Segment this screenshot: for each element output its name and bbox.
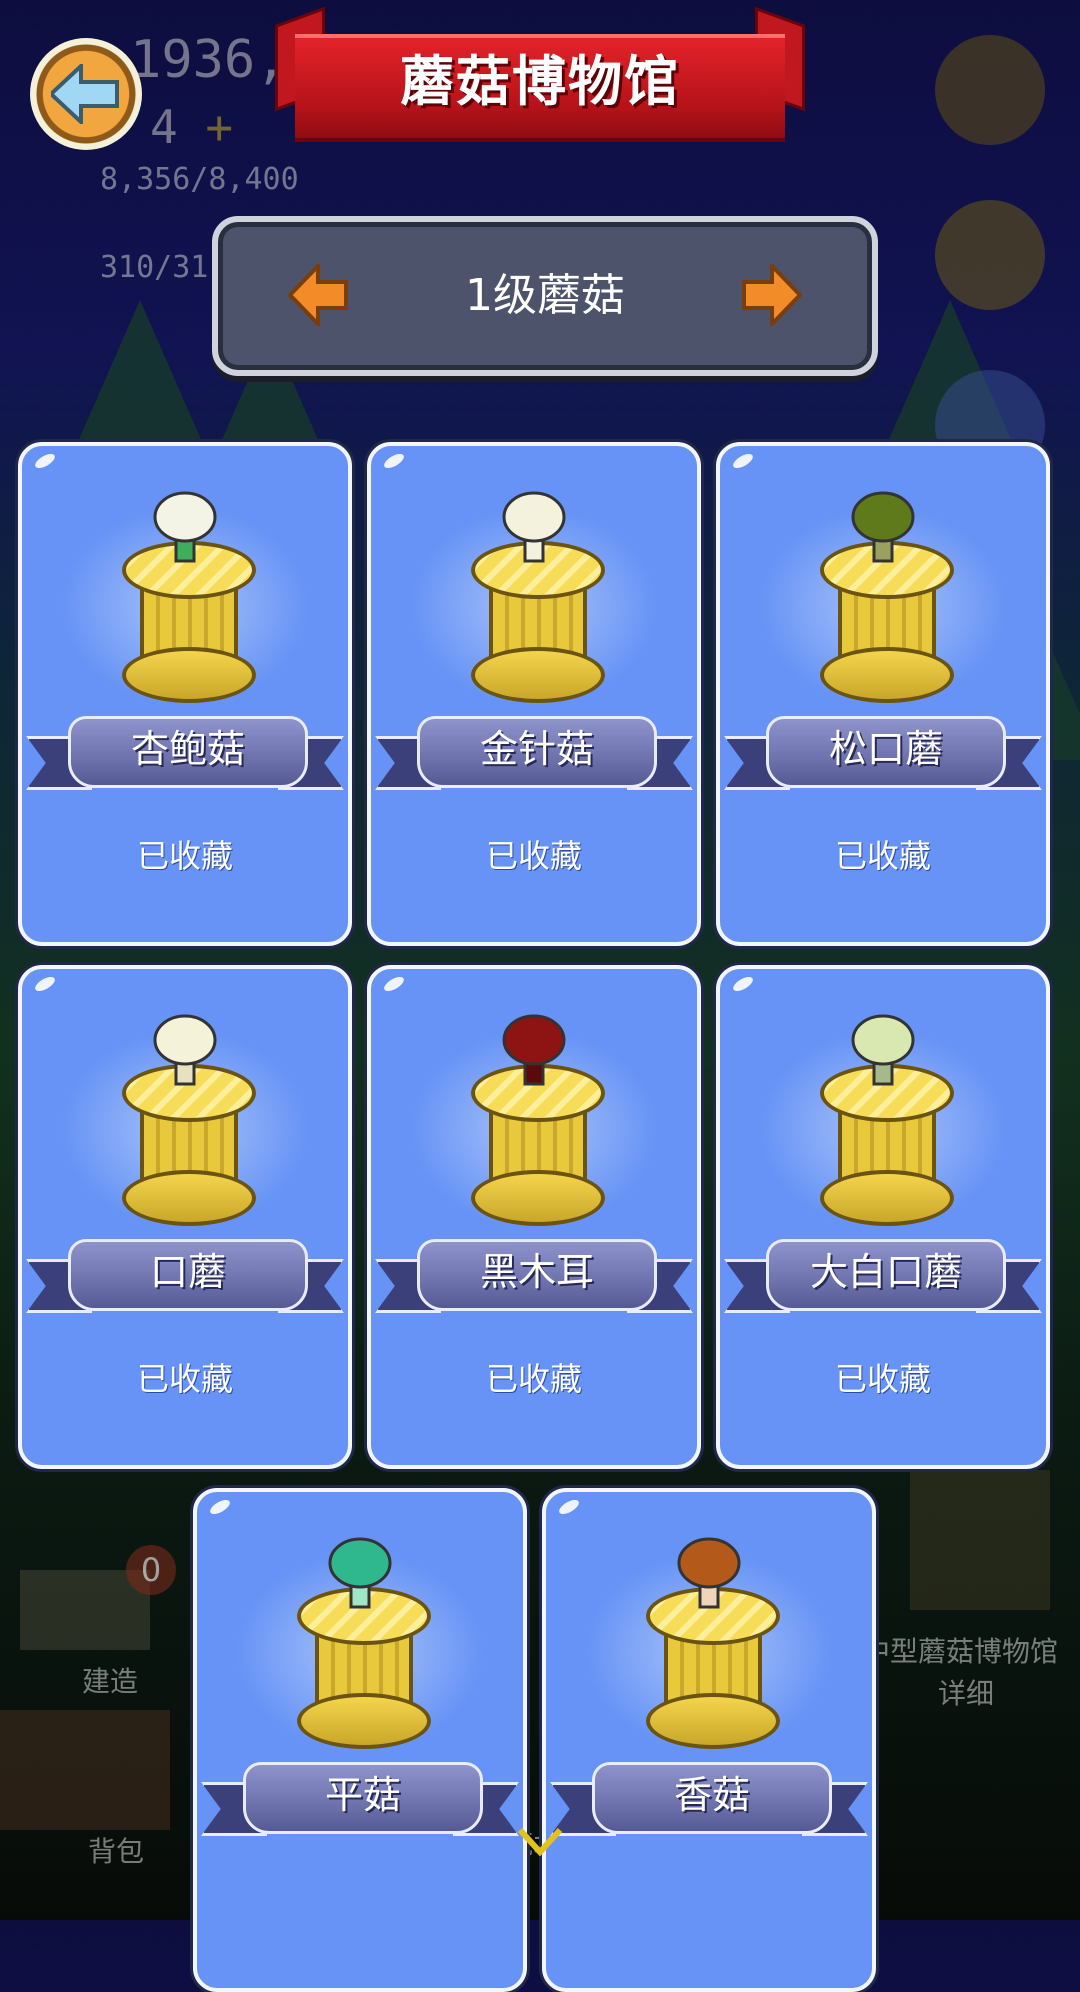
mushroom-name: 黑木耳 [479,1250,594,1294]
back-button[interactable] [30,38,142,150]
mushroom-card[interactable]: 大白口蘑 已收藏 [716,965,1050,1469]
mushroom-name: 杏鲍菇 [130,727,245,771]
name-ribbon: 香菇 [550,1760,868,1840]
page-title: 蘑菇博物馆 [400,50,680,113]
gem-counter: 4 + [150,100,234,154]
name-ribbon: 平菇 [201,1760,519,1840]
mushroom-name: 大白口蘑 [809,1250,962,1294]
mushroom-card[interactable]: 金针菇 已收藏 [367,442,701,946]
name-ribbon: 大白口蘑 [724,1237,1042,1317]
title-banner: 蘑菇博物馆 [275,6,805,147]
xp-progress-text: 8,356/8,400 [100,162,299,197]
build-badge: 0 [126,1545,176,1595]
mushroom-icon [502,491,566,563]
trophy-icon[interactable] [935,200,1045,310]
mushroom-name: 香菇 [673,1773,750,1817]
name-ribbon: 口蘑 [26,1237,344,1317]
mushroom-icon [677,1537,741,1609]
scroll-down-chevron-icon[interactable] [518,1826,562,1856]
mushroom-icon [153,491,217,563]
level-selector: 1级蘑菇 [212,216,878,376]
name-ribbon: 松口蘑 [724,714,1042,794]
name-ribbon: 黑木耳 [375,1237,693,1317]
museum-label: 中型蘑菇博物馆 [862,1635,1059,1668]
mushroom-card[interactable]: 平菇 [193,1488,527,1992]
collection-status: 已收藏 [136,1360,233,1398]
mushroom-card[interactable]: 杏鲍菇 已收藏 [18,442,352,946]
mushroom-card[interactable]: 松口蘑 已收藏 [716,442,1050,946]
mushroom-icon [851,491,915,563]
back-arrow-icon [51,64,119,124]
collection-status: 已收藏 [485,1360,582,1398]
collection-status: 已收藏 [485,837,582,875]
museum-building-icon[interactable] [910,1470,1050,1610]
treasure-chest-icon[interactable] [0,1710,170,1830]
mushroom-name: 松口蘑 [828,727,943,771]
mushroom-icon [502,1014,566,1086]
collection-status: 已收藏 [834,837,931,875]
mushroom-icon [851,1014,915,1086]
mushroom-card[interactable]: 香菇 [542,1488,876,1992]
collection-status: 已收藏 [136,837,233,875]
mushroom-name: 平菇 [324,1773,401,1817]
spore-progress-text: 310/31 [100,250,209,285]
settings-wrench-icon[interactable] [935,35,1045,145]
collection-status: 已收藏 [834,1360,931,1398]
mushroom-card[interactable]: 口蘑 已收藏 [18,965,352,1469]
mushroom-name: 口蘑 [149,1250,226,1294]
mushroom-icon [328,1537,392,1609]
museum-detail-label[interactable]: 详细 [938,1672,994,1712]
build-label[interactable]: 建造 [82,1660,138,1700]
pine-tree [70,300,210,460]
name-ribbon: 杏鲍菇 [26,714,344,794]
mushroom-name: 金针菇 [479,727,594,771]
name-ribbon: 金针菇 [375,714,693,794]
bag-label[interactable]: 背包 [88,1830,144,1870]
arrow-right-icon[interactable] [742,264,802,326]
mushroom-card[interactable]: 黑木耳 已收藏 [367,965,701,1469]
mushroom-icon [153,1014,217,1086]
